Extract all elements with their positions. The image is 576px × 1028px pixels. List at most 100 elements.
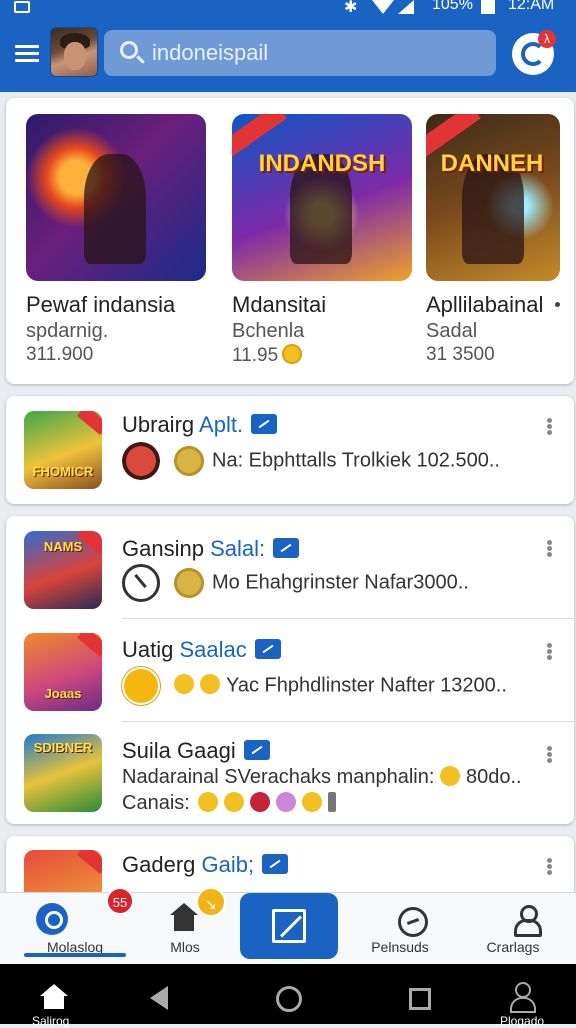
clock: 12:AM [508,0,555,13]
tag-icon [262,854,289,874]
back-icon[interactable] [150,986,168,1010]
notification-badge: ↘ [196,887,226,917]
search-input[interactable] [150,38,480,68]
emoji-icon [249,792,270,812]
signal-icon [398,0,414,14]
avatar[interactable] [50,27,98,77]
featured-count: 311.900 [26,344,94,365]
emoji-icon [301,792,322,812]
bluetooth-icon: ✱ [344,0,358,16]
app-title: Ubrairg Aplt. [122,412,278,438]
home-circle-icon[interactable] [276,986,302,1012]
app-info-line: Na: Ebphttalls Trolkiek 102.500.. [122,442,500,480]
home-search-icon [36,903,68,935]
app-title: Gaderg Gaib; [122,852,289,878]
app-thumbnail: NAMS [24,531,102,609]
nav-item-crarlags[interactable]: Crarlags [460,893,566,965]
more-options-icon[interactable] [547,746,552,763]
app-title: Uatig Saalac [122,637,281,663]
app-info-line: Yac Fhphdlinster Nafter 13200.. [122,667,507,705]
system-nav-bar: Salirog Plogado [0,964,576,1028]
app-info-line: Nadarainal SVerachaks manphalin: 80do.. [122,766,522,788]
app-meta-line: Canais: [122,792,342,815]
menu-icon[interactable] [15,45,39,63]
notification-button[interactable]: λ [512,30,556,75]
tag-icon [251,414,278,434]
star-icon [174,674,194,695]
battery-icon [481,0,495,14]
list-card: FHOMICR Ubrairg Aplt. Na: Ebphttalls Tro… [6,396,574,504]
system-profile-label: Plogado [500,1014,545,1028]
status-bar: ✱ 105% 12:AM [0,0,576,18]
tag-icon [254,639,281,659]
app-notification-icon [14,1,30,13]
more-options-icon[interactable] [547,418,552,435]
list-item[interactable]: Gaderg Gaib; [6,836,574,928]
featured-image: DANNEH [426,114,560,281]
featured-subtitle: spdarnig. [26,320,109,342]
emoji-icon [197,792,218,812]
tag-icon [273,538,300,558]
nav-label: Mlos [170,939,200,955]
emoji-icon [200,674,220,695]
featured-art-title: INDANDSH [258,150,386,177]
system-home-icon[interactable] [40,984,68,1010]
people-icon [514,905,542,937]
emoji-icon [439,766,460,786]
recents-icon[interactable] [409,988,431,1010]
nav-label: Pelnsuds [371,939,429,955]
compose-button[interactable] [240,893,338,959]
more-options-icon[interactable] [547,540,552,557]
nav-item-home[interactable]: Molaslog 55 [0,887,150,965]
app-title: Suila Gaagi [122,738,270,764]
coin-icon [282,344,303,364]
list-card: NAMS Gansinp Salal: Mo Ehahgrinster Nafa… [6,516,574,824]
star-icon [174,568,204,598]
nav-item-mlos[interactable]: Mlos ↘ [140,887,230,965]
app-thumbnail: FHOMICR [24,411,102,489]
bottom-nav: Molaslog 55 Mlos ↘ Pelnsuds Crarlags [0,887,576,965]
emoji-icon [223,792,244,812]
tag-icon [243,740,270,760]
nav-item-pelnsuds[interactable]: Pelnsuds [350,893,450,965]
game-logo-icon [122,442,160,480]
featured-name: Apllilabainal [426,292,544,317]
notification-badge: 55 [106,887,134,915]
system-home-label: Salirog [32,1014,70,1028]
active-indicator [24,953,126,957]
featured-image: INDANDSH [232,114,412,281]
search-bar[interactable] [104,30,496,76]
featured-image [26,114,206,281]
clock-icon [122,564,160,602]
list-item[interactable]: Joaas Uatig Saalac Yac Fhphdlinster Naft… [6,619,574,721]
search-icon [120,41,138,59]
wifi-icon [372,0,394,14]
app-title: Gansinp Salal: [122,536,300,562]
nav-label: Crarlags [486,939,540,955]
battery-percent: 105% [432,0,473,13]
app-info-line: Mo Ehahgrinster Nafar3000.. [122,564,469,602]
more-dot-icon[interactable] [555,302,560,307]
bolt-icon [122,667,160,705]
app-header: λ [0,18,576,92]
more-options-icon[interactable] [547,643,552,660]
edit-icon [272,909,306,943]
discover-icon [398,907,428,937]
featured-name: Mdansitai [232,292,327,317]
featured-card: Pewaf indansia spdarnig. 311.900 INDANDS… [6,98,574,384]
featured-subtitle: Sadal [426,320,478,342]
notification-badge: λ [538,30,556,48]
list-item[interactable]: SDIBNER Suila Gaagi Nadarainal SVerachak… [6,722,574,824]
more-options-icon[interactable] [547,858,552,875]
app-thumbnail: Joaas [24,633,102,711]
house-icon [170,903,198,931]
list-item[interactable]: NAMS Gansinp Salal: Mo Ehahgrinster Nafa… [6,516,574,618]
star-icon [174,446,204,476]
featured-subtitle: Bchenla [232,320,305,342]
emoji-icon [275,792,296,812]
profile-icon[interactable] [508,982,536,1013]
list-item[interactable]: FHOMICR Ubrairg Aplt. Na: Ebphttalls Tro… [6,396,574,504]
app-thumbnail: SDIBNER [24,734,102,812]
featured-count: 31 3500 [426,344,495,365]
featured-count: 11.95 [232,344,303,367]
